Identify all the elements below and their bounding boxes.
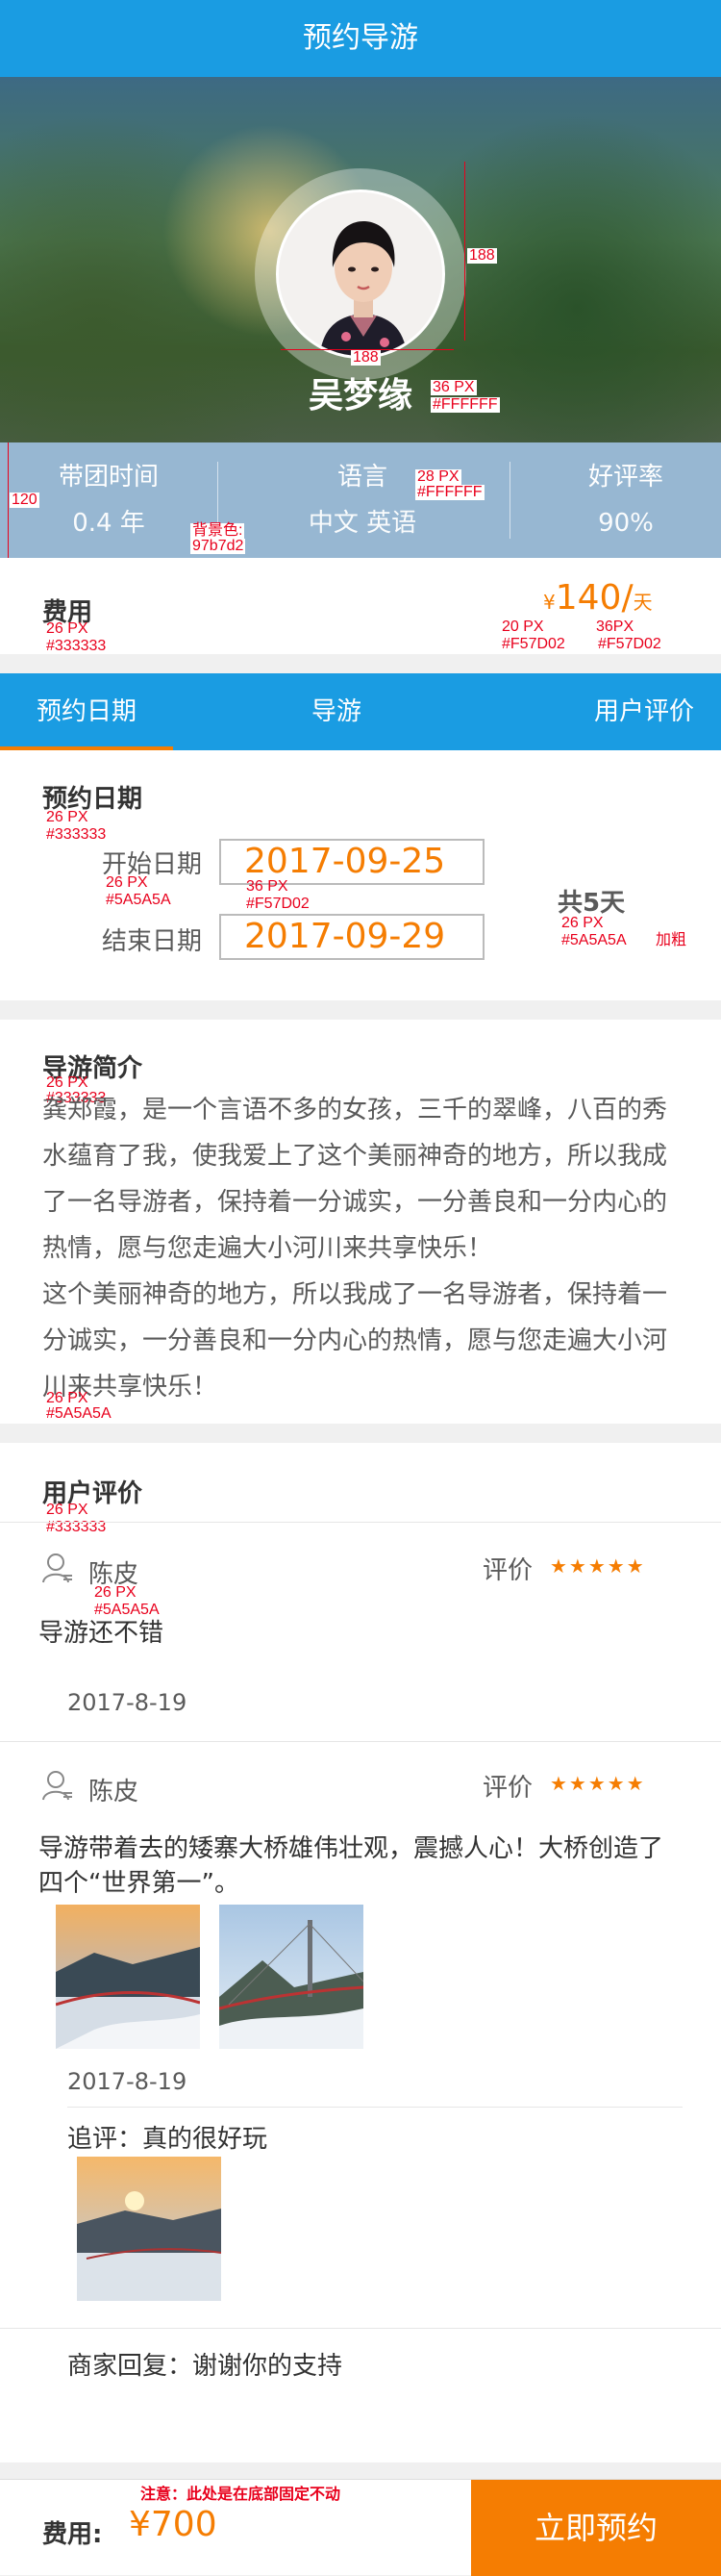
hero-banner: 188 188 吴梦缘 36 PX #FFFFFF	[0, 77, 721, 442]
review-photo[interactable]	[219, 1905, 363, 2049]
fee-price: ¥140/天	[543, 579, 653, 621]
rating-stars: ★★★★★	[550, 1772, 646, 1795]
height-guide	[8, 442, 9, 558]
date-color-annotation: #F57D02	[246, 896, 310, 912]
user-icon	[42, 1771, 72, 1801]
price-color-annotation-b: #F57D02	[598, 636, 661, 652]
lang-size-annotation: 28 PX	[415, 468, 461, 485]
booking-title-size-annotation: 26 PX	[46, 809, 88, 825]
review-date: 2017-8-19	[67, 1689, 187, 1716]
bridge-photo-image	[219, 1905, 363, 2049]
avatar-height-annotation: 188	[467, 247, 497, 264]
divider	[0, 1522, 721, 1523]
intro-paragraph: 龚郑霞，是一个言语不多的女孩，三千的翠峰，八百的秀水蕴育了我，使我爱上了这个美丽…	[42, 1096, 668, 1263]
total-fee-amount: ¥700	[129, 2505, 217, 2544]
name-color-annotation: #FFFFFF	[431, 396, 500, 413]
stat-label: 带团时间	[58, 463, 159, 492]
rating-label: 评价	[483, 1556, 534, 1585]
fee-color-annotation: #333333	[46, 638, 107, 654]
currency-symbol: ¥	[543, 591, 556, 614]
date-label-color-annotation: #5A5A5A	[106, 892, 171, 908]
stat-value: 90%	[598, 509, 654, 538]
end-date-label: 结束日期	[102, 927, 203, 956]
tab-booking-date[interactable]: 预约日期	[0, 673, 173, 750]
price-color-annotation-a: #F57D02	[502, 636, 565, 652]
lang-color-annotation: #FFFFFF	[415, 484, 485, 500]
intro-text-color-annotation: #5A5A5A	[46, 1405, 112, 1422]
total-fee-label: 费用:	[42, 2520, 103, 2549]
price-size-annotation-a: 20 PX	[502, 619, 544, 635]
stat-value: 0.4 年	[72, 509, 145, 538]
divider	[67, 2107, 683, 2108]
fee-section: 费用 26 PX #333333 ¥140/天 20 PX #F57D02 36…	[0, 558, 721, 654]
bridge-photo-image	[77, 2157, 221, 2301]
days-size-annotation: 26 PX	[561, 915, 604, 931]
date-size-annotation: 36 PX	[246, 878, 288, 895]
date-label-size-annotation: 26 PX	[106, 874, 148, 891]
fee-unit: 天	[633, 591, 653, 614]
bg-color-annotation: 97b7d2	[190, 538, 246, 554]
rating-label: 评价	[483, 1774, 534, 1803]
guide-name: 吴梦缘	[308, 376, 412, 416]
fixed-note-annotation: 注意：此处是在底部固定不动	[140, 2487, 341, 2503]
avatar-portrait	[279, 192, 442, 356]
user-icon	[42, 1553, 72, 1583]
bridge-photo-image	[56, 1905, 200, 2049]
page-title: 预约导游	[303, 21, 418, 55]
review-text: 导游带着去的矮寨大桥雄伟壮观，震撼人心！大桥创造了四个“世界第一”。	[38, 1834, 664, 1898]
top-header: 预约导游	[0, 0, 721, 77]
total-days: 共5天	[558, 889, 626, 918]
stats-height-annotation: 120	[10, 492, 39, 508]
user-size-annotation: 26 PX	[94, 1584, 137, 1601]
review-text: 导游还不错	[38, 1619, 164, 1648]
divider	[0, 1741, 721, 1742]
height-guide	[464, 162, 465, 341]
avatar-width-annotation: 188	[351, 349, 381, 366]
bottom-bar: 注意：此处是在底部固定不动 费用: ¥700 立即预约	[0, 2479, 721, 2576]
name-size-annotation: 36 PX	[431, 379, 477, 395]
reviews-title-size-annotation: 26 PX	[46, 1502, 88, 1518]
end-date-field[interactable]: 2017-09-29	[219, 914, 485, 960]
stats-bar: 带团时间 0.4 年 语言 中文 英语 好评率 90% 120 28 PX #F…	[0, 442, 721, 558]
merchant-reply: 商家回复：谢谢你的支持	[67, 2352, 343, 2381]
avatar	[276, 189, 445, 359]
review-user-name: 陈皮	[88, 1778, 139, 1806]
intro-paragraph: 这个美丽神奇的地方，所以我成了一名导游者，保持着一分诚实，一分善良和一分内心的热…	[42, 1280, 668, 1402]
fee-amount: 140/	[555, 578, 634, 618]
review-date: 2017-8-19	[67, 2068, 187, 2095]
days-color-annotation: #5A5A5A	[561, 932, 627, 948]
tab-bar: 预约日期 导游 用户评价	[0, 673, 721, 750]
stat-rating: 好评率 90%	[510, 442, 721, 558]
review-photo[interactable]	[56, 1905, 200, 2049]
booking-section: 预约日期 26 PX #333333 开始日期 26 PX #5A5A5A 20…	[0, 750, 721, 1000]
days-bold-annotation: 加粗	[656, 932, 687, 948]
review-followup: 追评：真的很好玩	[67, 2125, 268, 2154]
reviews-section: 用户评价 26 PX #333333 陈皮 26 PX #5A5A5A 评价 ★…	[0, 1443, 721, 2462]
stat-language: 语言 中文 英语	[218, 442, 507, 558]
stat-label: 好评率	[587, 463, 663, 492]
stat-value: 中文 英语	[308, 509, 417, 538]
tab-reviews[interactable]: 用户评价	[567, 673, 721, 750]
intro-text-size-annotation: 26 PX	[46, 1390, 88, 1406]
fee-size-annotation: 26 PX	[46, 620, 88, 637]
followup-photo[interactable]	[77, 2157, 221, 2301]
rating-stars: ★★★★★	[550, 1554, 646, 1578]
book-now-button[interactable]: 立即预约	[471, 2480, 721, 2576]
price-size-annotation-b: 36PX	[596, 619, 634, 635]
tab-guide[interactable]: 导游	[260, 673, 413, 750]
booking-title-color-annotation: #333333	[46, 826, 107, 843]
divider	[0, 2328, 721, 2329]
bg-label-annotation: 背景色:	[190, 522, 245, 539]
intro-section: 导游简介 26 PX #333333 龚郑霞，是一个言语不多的女孩，三千的翠峰，…	[0, 1020, 721, 1424]
